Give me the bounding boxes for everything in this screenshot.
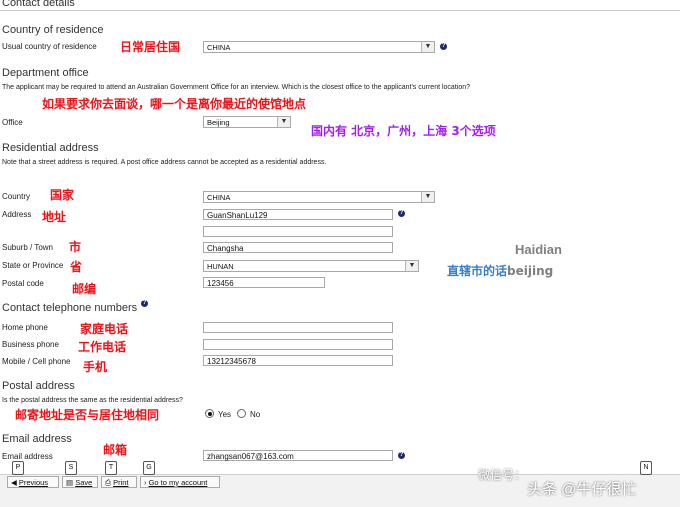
country-label: Country xyxy=(2,192,31,201)
print-icon: ⎙ xyxy=(105,478,111,487)
annotation-business-phone: 工作电话 xyxy=(78,340,127,354)
annotation-municipality-en: beijing xyxy=(507,264,554,278)
mobile-phone-label: Mobile / Cell phone xyxy=(2,357,71,366)
previous-accesskey: P xyxy=(12,461,24,475)
annotation-haidian: Haidian xyxy=(515,242,562,257)
help-icon[interactable]: ? xyxy=(141,300,148,307)
office-select[interactable]: Beijing ▼ xyxy=(203,116,291,128)
address-label: Address xyxy=(2,210,32,219)
annotation-country: 国家 xyxy=(50,188,75,202)
email-label: Email address xyxy=(2,452,53,461)
wechat-watermark: 微信号： xyxy=(478,468,527,482)
chevron-right-icon: › xyxy=(144,478,147,487)
postal-same-no-radio[interactable] xyxy=(237,409,246,418)
section-postal-address: Postal address xyxy=(2,380,75,392)
suburb-input[interactable]: Changsha xyxy=(203,242,393,253)
help-icon[interactable]: ? xyxy=(440,43,447,50)
annotation-postal-address: 邮寄地址是否与居住地相同 xyxy=(15,408,160,422)
home-phone-input[interactable] xyxy=(203,322,393,333)
annotation-usual-country: 日常居住国 xyxy=(120,40,181,54)
help-icon[interactable]: ? xyxy=(398,210,405,217)
home-phone-label: Home phone xyxy=(2,323,48,332)
print-button[interactable]: ⎙ Print xyxy=(101,476,137,488)
save-accesskey: S xyxy=(65,461,77,475)
chevron-down-icon: ▼ xyxy=(421,192,434,202)
print-button-label: Print xyxy=(113,478,129,487)
postal-same-yes-radio[interactable] xyxy=(205,409,214,418)
section-department-office: Department office xyxy=(2,67,89,79)
state-select[interactable]: HUNAN ▼ xyxy=(203,260,419,272)
department-office-description: The applicant may be required to attend … xyxy=(2,84,470,91)
chevron-down-icon: ▼ xyxy=(277,117,290,127)
section-contact-telephone: Contact telephone numbers xyxy=(2,302,138,314)
title-divider xyxy=(0,10,680,11)
email-input[interactable]: zhangsan067@163.com xyxy=(203,450,393,461)
country-select[interactable]: CHINA ▼ xyxy=(203,191,435,203)
toutiao-watermark: 头条 @牛仔很忙 xyxy=(527,481,637,498)
state-value: HUNAN xyxy=(207,262,234,271)
annotation-municipality-cn: 直辖市的话 xyxy=(447,264,508,278)
save-icon: ▤ xyxy=(66,478,74,487)
address-line1-input[interactable]: GuanShanLu129 xyxy=(203,209,393,220)
annotation-email: 邮箱 xyxy=(103,443,128,457)
office-label: Office xyxy=(2,118,23,127)
save-button[interactable]: ▤ Save xyxy=(62,476,98,488)
help-icon[interactable]: ? xyxy=(398,452,405,459)
previous-icon: ◀ xyxy=(11,478,17,487)
annotation-postcode: 邮编 xyxy=(72,282,97,296)
goto-accesskey: G xyxy=(143,461,155,475)
office-value: Beijing xyxy=(207,118,230,127)
annotation-suburb: 市 xyxy=(69,240,82,254)
save-button-label: Save xyxy=(75,478,93,487)
mobile-phone-input[interactable]: 13212345678 xyxy=(203,355,393,366)
chevron-down-icon: ▼ xyxy=(405,261,418,271)
annotation-office-options: 国内有 北京，广州，上海 3个选项 xyxy=(311,124,496,138)
annotation-closest-office: 如果要求你去面谈，哪一个是离你最近的使馆地点 xyxy=(42,97,307,111)
page-title: Contact details xyxy=(2,0,75,9)
print-accesskey: T xyxy=(105,461,117,475)
previous-button-label: Previous xyxy=(18,478,49,487)
usual-country-value: CHINA xyxy=(207,43,231,52)
business-phone-input[interactable] xyxy=(203,339,393,350)
postal-same-yes-label: Yes xyxy=(218,410,232,419)
postcode-label: Postal code xyxy=(2,279,44,288)
goto-account-button-label: Go to my account xyxy=(148,478,208,487)
business-phone-label: Business phone xyxy=(2,340,59,349)
postal-same-no-label: No xyxy=(250,410,261,419)
state-label: State or Province xyxy=(2,261,64,270)
section-email-address: Email address xyxy=(2,433,72,445)
postcode-input[interactable]: 123456 xyxy=(203,277,325,288)
residential-address-description: Note that a street address is required. … xyxy=(2,159,327,166)
annotation-home-phone: 家庭电话 xyxy=(80,322,129,336)
chevron-down-icon: ▼ xyxy=(421,42,434,52)
annotation-address: 地址 xyxy=(42,210,67,224)
annotation-municipality: 直辖市的话beijing xyxy=(447,262,553,279)
usual-country-select[interactable]: CHINA ▼ xyxy=(203,41,435,53)
goto-account-button[interactable]: › Go to my account xyxy=(140,476,220,488)
country-value: CHINA xyxy=(207,193,231,202)
suburb-label: Suburb / Town xyxy=(2,243,53,252)
previous-button[interactable]: ◀ Previous xyxy=(7,476,59,488)
usual-country-label: Usual country of residence xyxy=(2,42,97,51)
next-accesskey: N xyxy=(640,461,652,475)
section-country-of-residence: Country of residence xyxy=(2,24,104,36)
section-residential-address: Residential address xyxy=(2,142,99,154)
address-line2-input[interactable] xyxy=(203,226,393,237)
annotation-mobile-phone: 手机 xyxy=(83,360,108,374)
annotation-state: 省 xyxy=(70,260,83,274)
postal-address-question: Is the postal address the same as the re… xyxy=(2,397,183,404)
